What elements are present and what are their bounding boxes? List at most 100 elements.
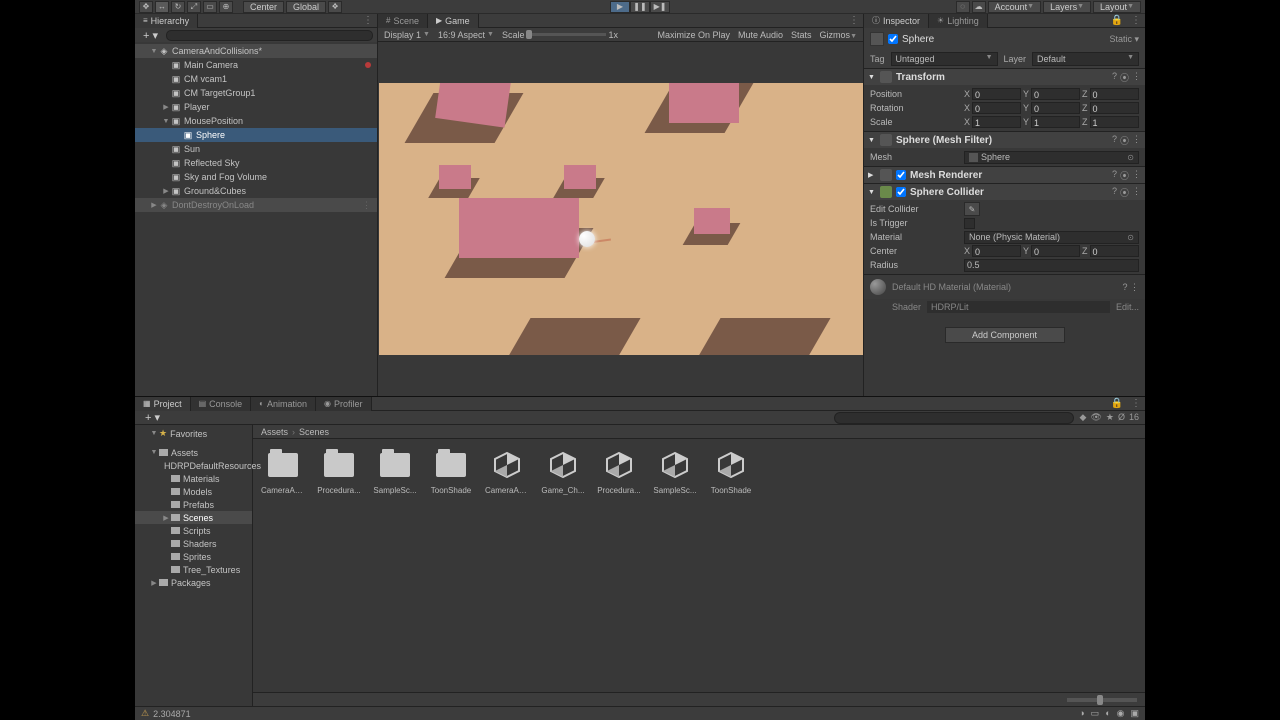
folder-row[interactable]: Sprites [135, 550, 252, 563]
tab-lighting[interactable]: ☀Lighting [929, 14, 988, 28]
project-search[interactable] [834, 412, 1074, 424]
mesh-field[interactable]: Sphere⊙ [964, 151, 1139, 164]
tab-scene[interactable]: #Scene [378, 14, 428, 28]
hierarchy-item[interactable]: ▣Sun [135, 142, 377, 156]
component-header[interactable]: ▼ Sphere (Mesh Filter) ?⦿⋮ [864, 132, 1145, 148]
lock-icon[interactable]: 🔒 [1107, 15, 1127, 26]
folder-row[interactable]: Materials [135, 472, 252, 485]
menu-icon[interactable]: ⋮ [1132, 169, 1141, 182]
status-icon[interactable]: ◐ [1105, 708, 1110, 719]
breadcrumb[interactable]: Assets›Scenes [253, 425, 1145, 439]
hierarchy-item[interactable]: ▣CM vcam1 [135, 72, 377, 86]
panel-menu-icon[interactable]: ⋮ [845, 15, 863, 26]
scl-x-field[interactable]: X1 [964, 116, 1021, 128]
game-viewport[interactable] [378, 42, 863, 396]
folder-row[interactable]: Shaders [135, 537, 252, 550]
rot-x-field[interactable]: X0 [964, 102, 1021, 114]
favorites-row[interactable]: ▼★Favorites [135, 427, 252, 440]
mute-toggle[interactable]: Mute Audio [738, 30, 783, 40]
pos-x-field[interactable]: X0 [964, 88, 1021, 100]
assets-row[interactable]: ▼Assets [135, 446, 252, 459]
tag-dropdown[interactable]: Untagged ▼ [891, 52, 998, 66]
hierarchy-item[interactable]: ▶◈DontDestroyOnLoad⋮ [135, 198, 377, 212]
active-checkbox[interactable] [888, 34, 898, 44]
scale-slider[interactable]: Scale 1x [502, 30, 618, 40]
rotate-tool[interactable]: ↻ [171, 1, 185, 13]
hand-tool[interactable]: ✥ [139, 1, 153, 13]
folder-row[interactable]: HDRPDefaultResources [135, 459, 252, 472]
transform-tool[interactable]: ⊕ [219, 1, 233, 13]
static-dropdown[interactable]: Static ▾ [1109, 34, 1139, 45]
status-icon[interactable]: ◑ [1079, 708, 1084, 719]
scale-tool[interactable]: ⤢ [187, 1, 201, 13]
layers-dropdown[interactable]: Layers ▼ [1043, 1, 1091, 13]
warning-icon[interactable]: ⚠ [141, 708, 149, 719]
menu-icon[interactable]: ⋮ [1132, 186, 1141, 199]
project-grid-item[interactable]: ToonShade [429, 447, 473, 684]
hidden-icon[interactable]: Ø [1118, 412, 1125, 423]
project-grid-item[interactable]: CameraAn... [261, 447, 305, 684]
hierarchy-item[interactable]: ▶▣Ground&Cubes [135, 184, 377, 198]
project-grid-item[interactable]: Procedura... [597, 447, 641, 684]
help-icon[interactable]: ? [1112, 71, 1117, 84]
tab-hierarchy[interactable]: ≡Hierarchy [135, 14, 198, 28]
snap-toggle[interactable]: ❖ [328, 1, 342, 13]
hierarchy-item[interactable]: ▣CM TargetGroup1 [135, 86, 377, 100]
center-z-field[interactable]: Z0 [1082, 245, 1139, 257]
account-dropdown[interactable]: Account ▼ [988, 1, 1041, 13]
tab-project[interactable]: ▦Project [135, 397, 191, 411]
panel-menu-icon[interactable]: ⋮ [362, 200, 371, 211]
rot-z-field[interactable]: Z0 [1082, 102, 1139, 114]
scl-y-field[interactable]: Y1 [1023, 116, 1080, 128]
hierarchy-search[interactable] [166, 30, 373, 41]
pivot-toggle[interactable]: Center [243, 1, 284, 13]
center-x-field[interactable]: X0 [964, 245, 1021, 257]
scene-row[interactable]: ▼◈CameraAndCollisions* [135, 44, 377, 58]
hierarchy-item[interactable]: ▣Reflected Sky [135, 156, 377, 170]
project-grid-item[interactable]: Game_Ch... [541, 447, 585, 684]
object-name-field[interactable]: Sphere [902, 34, 1105, 45]
physmat-field[interactable]: None (Physic Material)⊙ [964, 231, 1139, 244]
maximize-toggle[interactable]: Maximize On Play [657, 30, 730, 40]
project-grid-item[interactable]: SampleSc... [653, 447, 697, 684]
layout-dropdown[interactable]: Layout ▼ [1093, 1, 1141, 13]
material-header[interactable]: Default HD Material (Material) ? ⋮ [864, 274, 1145, 299]
edit-collider-button[interactable]: ✎ [964, 202, 980, 216]
panel-menu-icon[interactable]: ⋮ [1127, 398, 1145, 409]
favorite-icon[interactable]: ★ [1106, 412, 1114, 423]
pause-button[interactable]: ❚❚ [630, 1, 650, 13]
tab-console[interactable]: ▤Console [191, 397, 252, 411]
gizmos-dropdown[interactable]: Gizmos▼ [820, 30, 857, 40]
component-header[interactable]: ▼ Transform ?⦿⋮ [864, 69, 1145, 85]
pos-y-field[interactable]: Y0 [1023, 88, 1080, 100]
preset-icon[interactable]: ⦿ [1120, 186, 1129, 199]
create-dropdown[interactable]: + ▾ [141, 411, 164, 424]
tab-game[interactable]: ▶Game [428, 14, 479, 28]
space-toggle[interactable]: Global [286, 1, 326, 13]
visibility-icon[interactable]: 👁 [1090, 412, 1101, 423]
preset-icon[interactable]: ⦿ [1120, 134, 1129, 147]
hierarchy-item[interactable]: ▼▣MousePosition [135, 114, 377, 128]
center-y-field[interactable]: Y0 [1023, 245, 1080, 257]
istrigger-checkbox[interactable] [964, 218, 975, 229]
rot-y-field[interactable]: Y0 [1023, 102, 1080, 114]
folder-row[interactable]: Tree_Textures [135, 563, 252, 576]
help-icon[interactable]: ? [1112, 186, 1117, 199]
create-dropdown[interactable]: + ▾ [139, 29, 162, 42]
shader-dropdown[interactable]: HDRP/Lit [927, 301, 1110, 313]
component-header[interactable]: ▼ Sphere Collider ?⦿⋮ [864, 184, 1145, 200]
help-icon[interactable]: ? [1112, 169, 1117, 182]
menu-icon[interactable]: ⋮ [1132, 134, 1141, 147]
play-button[interactable]: ▶ [610, 1, 630, 13]
aspect-dropdown[interactable]: 16:9 Aspect▼ [438, 30, 494, 40]
menu-icon[interactable]: ⋮ [1132, 71, 1141, 84]
filter-icon[interactable]: ◆ [1080, 412, 1087, 423]
step-button[interactable]: ▶❚ [650, 1, 670, 13]
menu-icon[interactable]: ⋮ [1130, 282, 1139, 292]
pos-z-field[interactable]: Z0 [1082, 88, 1139, 100]
hierarchy-item[interactable]: ▶▣Player [135, 100, 377, 114]
component-enable-checkbox[interactable] [896, 170, 906, 180]
collab-icon[interactable]: ◌ [956, 1, 970, 13]
gameobject-icon[interactable] [870, 32, 884, 46]
project-grid-item[interactable]: Procedura... [317, 447, 361, 684]
